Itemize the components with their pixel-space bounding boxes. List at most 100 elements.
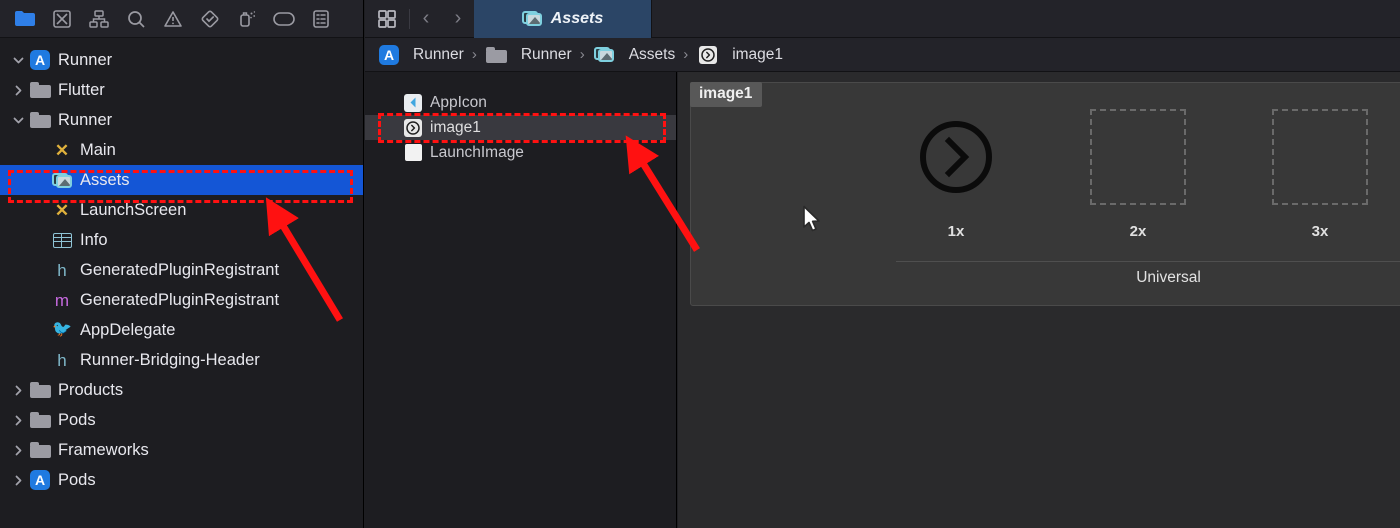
- tree-row-assets[interactable]: Assets: [0, 165, 363, 195]
- assets-icon: [593, 45, 617, 65]
- source-control-navigator-icon[interactable]: [43, 4, 80, 34]
- chevron-right-icon[interactable]: [8, 384, 28, 397]
- asset-drop-target[interactable]: [1272, 109, 1368, 205]
- folder-icon: [28, 380, 52, 400]
- tree-row-label: GeneratedPluginRegistrant: [80, 260, 280, 279]
- tree-row-label: AppDelegate: [80, 320, 176, 339]
- tree-row-runner[interactable]: Runner: [0, 105, 363, 135]
- tree-row-label: LaunchScreen: [80, 200, 187, 219]
- tree-row-label: Info: [80, 230, 108, 249]
- app-project-icon: A: [28, 50, 52, 70]
- breadcrumb-separator: ›: [683, 46, 689, 63]
- navigator-toolbar: [0, 0, 363, 38]
- tree-row-label: Runner-Bridging-Header: [80, 350, 260, 369]
- chevron-down-icon[interactable]: [8, 54, 28, 67]
- breadcrumb[interactable]: A Runner › Runner › Assets › image1: [365, 38, 1400, 72]
- header-file-icon: h: [57, 350, 67, 370]
- tree-row-pods[interactable]: Pods: [0, 405, 363, 435]
- tree-row-runner-bridging-header[interactable]: h Runner-Bridging-Header: [0, 345, 363, 375]
- breakpoint-navigator-icon[interactable]: [265, 4, 302, 34]
- asset-slot-label: 2x: [1129, 223, 1147, 240]
- tree-row-runner[interactable]: A Runner: [0, 45, 363, 75]
- tree-row-flutter[interactable]: Flutter: [0, 75, 363, 105]
- tree-row-pods[interactable]: A Pods: [0, 465, 363, 495]
- tree-row-frameworks[interactable]: Frameworks: [0, 435, 363, 465]
- tree-row-main[interactable]: ✕ Main: [0, 135, 363, 165]
- project-file-tree[interactable]: A Runner Flutter Runner ✕ Main Assets ✕ LaunchSc…: [0, 38, 363, 528]
- asset-slot-2x[interactable]: 2x: [1073, 109, 1203, 240]
- assets-icon: [521, 10, 543, 27]
- asset-list-item-label: AppIcon: [430, 93, 487, 111]
- appicon-set-icon: [403, 93, 423, 112]
- back-chevron-icon[interactable]: ‹: [410, 0, 442, 38]
- project-navigator-icon[interactable]: [6, 4, 43, 34]
- tab-assets[interactable]: Assets: [474, 0, 652, 38]
- tree-row-launchscreen[interactable]: ✕ LaunchScreen: [0, 195, 363, 225]
- asset-slot-label: 1x: [947, 223, 965, 240]
- breadcrumb-item-runner[interactable]: Runner: [485, 45, 572, 65]
- tree-row-label: GeneratedPluginRegistrant: [80, 290, 280, 309]
- asset-slot-1x[interactable]: 1x: [891, 109, 1021, 240]
- asset-list-item-appicon[interactable]: AppIcon: [365, 90, 676, 115]
- asset-detail-pane: image1 1x 2x 3x Universal: [678, 72, 1400, 528]
- header-file-icon: h: [57, 260, 67, 280]
- asset-list-item-label: LaunchImage: [430, 143, 524, 161]
- breadcrumb-item-image1[interactable]: image1: [696, 45, 783, 65]
- breadcrumb-label: Assets: [628, 45, 676, 63]
- storyboard-icon: ✕: [54, 140, 70, 160]
- chevron-right-icon[interactable]: [8, 444, 28, 457]
- asset-thumbnail[interactable]: [908, 109, 1004, 205]
- asset-slot-label: 3x: [1311, 223, 1329, 240]
- tree-row-generatedpluginregistrant[interactable]: h GeneratedPluginRegistrant: [0, 255, 363, 285]
- asset-list-item-label: image1: [430, 118, 481, 136]
- card-divider: [896, 261, 1400, 262]
- device-class-label: Universal: [1136, 269, 1201, 286]
- tab-bar-empty-space: [652, 0, 1400, 38]
- issue-navigator-icon[interactable]: [154, 4, 191, 34]
- tree-row-products[interactable]: Products: [0, 375, 363, 405]
- tree-row-label: Assets: [80, 170, 130, 189]
- breadcrumb-label: Runner: [520, 45, 572, 63]
- hierarchy-navigator-icon[interactable]: [80, 4, 117, 34]
- folder-icon: [28, 440, 52, 460]
- folder-icon: [28, 80, 52, 100]
- breadcrumb-separator: ›: [579, 46, 585, 63]
- tree-row-label: Main: [80, 140, 116, 159]
- breadcrumb-item-runner[interactable]: A Runner: [377, 44, 464, 65]
- xcode-window: A Runner Flutter Runner ✕ Main Assets ✕ LaunchSc…: [0, 0, 1400, 528]
- chevron-right-icon[interactable]: [8, 84, 28, 97]
- debug-navigator-icon[interactable]: [228, 4, 265, 34]
- image-asset-icon: [403, 118, 423, 137]
- asset-drop-target[interactable]: [1090, 109, 1186, 205]
- project-navigator-pane: A Runner Flutter Runner ✕ Main Assets ✕ LaunchSc…: [0, 0, 364, 528]
- asset-card-title: image1: [690, 82, 763, 107]
- tab-grid-icon[interactable]: [365, 8, 409, 30]
- asset-scale-slots[interactable]: 1x 2x 3x: [891, 109, 1385, 240]
- chevron-down-icon[interactable]: [8, 114, 28, 127]
- asset-list-item-launchimage[interactable]: LaunchImage: [365, 140, 676, 165]
- chevron-right-icon[interactable]: [8, 414, 28, 427]
- app-project-icon: A: [377, 44, 401, 65]
- find-navigator-icon[interactable]: [117, 4, 154, 34]
- tree-row-label: Frameworks: [58, 440, 149, 459]
- tree-row-info[interactable]: Info: [0, 225, 363, 255]
- tree-row-generatedpluginregistrant[interactable]: m GeneratedPluginRegistrant: [0, 285, 363, 315]
- breadcrumb-item-assets[interactable]: Assets: [593, 45, 676, 65]
- asset-catalog-list[interactable]: AppIcon image1 LaunchImage: [365, 72, 677, 528]
- tree-row-label: Pods: [58, 470, 96, 489]
- tree-row-label: Flutter: [58, 80, 105, 99]
- asset-list-item-image1[interactable]: image1: [365, 115, 676, 140]
- launchimage-icon: [403, 144, 423, 162]
- app-project-icon: A: [28, 470, 52, 490]
- asset-card: image1 1x 2x 3x Universal: [690, 82, 1400, 306]
- test-navigator-icon[interactable]: [191, 4, 228, 34]
- forward-chevron-icon[interactable]: ›: [442, 0, 474, 38]
- tree-row-label: Products: [58, 380, 124, 399]
- editor-tab-bar: ‹ › Assets: [365, 0, 1400, 38]
- chevron-right-circle-icon: [920, 121, 992, 193]
- report-navigator-icon[interactable]: [302, 4, 339, 34]
- asset-slot-3x[interactable]: 3x: [1255, 109, 1385, 240]
- tree-row-appdelegate[interactable]: 🐦 AppDelegate: [0, 315, 363, 345]
- plist-icon: [50, 230, 74, 250]
- chevron-right-icon[interactable]: [8, 474, 28, 487]
